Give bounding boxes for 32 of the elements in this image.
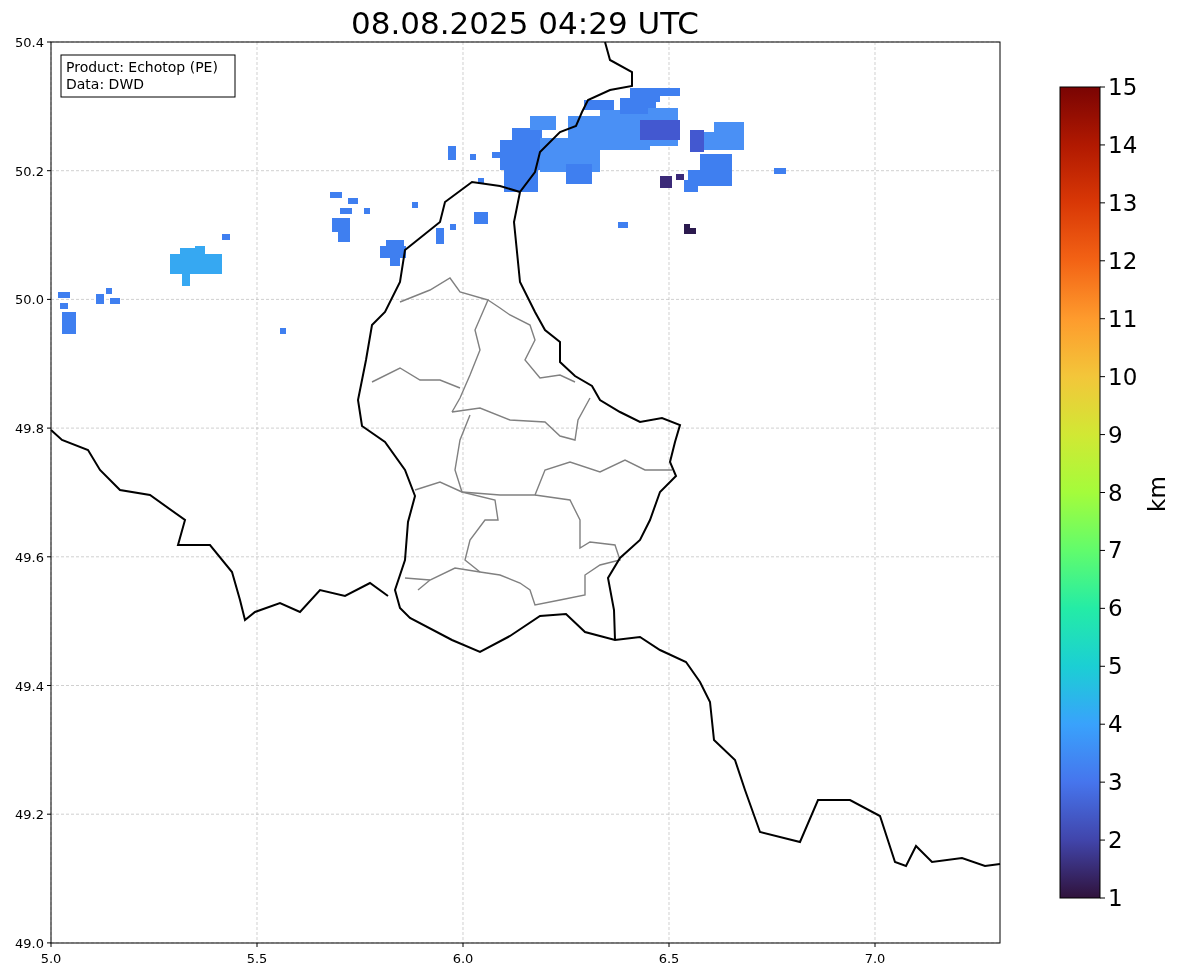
chart-title: 08.08.2025 04:29 UTC: [351, 5, 699, 41]
colorbar-tick-label: 7: [1108, 537, 1123, 564]
axis-tick-label: 50.4: [15, 35, 44, 50]
colorbar-tick-label: 8: [1108, 479, 1123, 506]
colorbar-tick-label: 9: [1108, 421, 1123, 448]
colorbar-tick-label: 15: [1108, 74, 1138, 100]
info-text: Product: Echotop (PE): [66, 59, 218, 75]
colorbar-tick-label: 4: [1108, 711, 1123, 738]
colorbar-tick-label: 1: [1108, 885, 1123, 911]
axis-tick-label: 7.0: [864, 951, 886, 966]
info-text: Data: DWD: [66, 76, 144, 92]
axis-tick-label: 49.2: [15, 807, 44, 823]
axis-tick-label: 50.2: [15, 163, 44, 179]
axis-tick-label: 49.6: [15, 549, 44, 565]
axis-tick-label: 6.5: [658, 951, 680, 966]
axis-tick-label: 49.0: [15, 935, 44, 951]
colorbar-tick-label: 11: [1108, 305, 1138, 332]
colorbar-tick-label: 10: [1108, 363, 1138, 390]
colorbar-tick-label: 3: [1108, 769, 1123, 796]
colorbar-tick-label: 12: [1108, 247, 1138, 274]
axis-tick-label: 5.5: [246, 951, 268, 966]
colorbar-tick-label: 5: [1108, 653, 1123, 680]
axis-tick-label: 5.0: [40, 951, 62, 966]
axis-tick-label: 49.4: [15, 678, 44, 694]
colorbar-tick-label: 6: [1108, 595, 1123, 622]
axis-tick-label: 6.0: [452, 951, 474, 966]
colorbar-label: km: [1144, 476, 1170, 512]
colorbar-tick-label: 2: [1108, 827, 1123, 854]
axis-tick-label: 49.8: [15, 421, 44, 437]
colorbar-tick-label: 14: [1108, 131, 1138, 158]
colorbar-tick-label: 13: [1108, 189, 1138, 216]
axis-tick-label: 50.0: [15, 292, 44, 308]
